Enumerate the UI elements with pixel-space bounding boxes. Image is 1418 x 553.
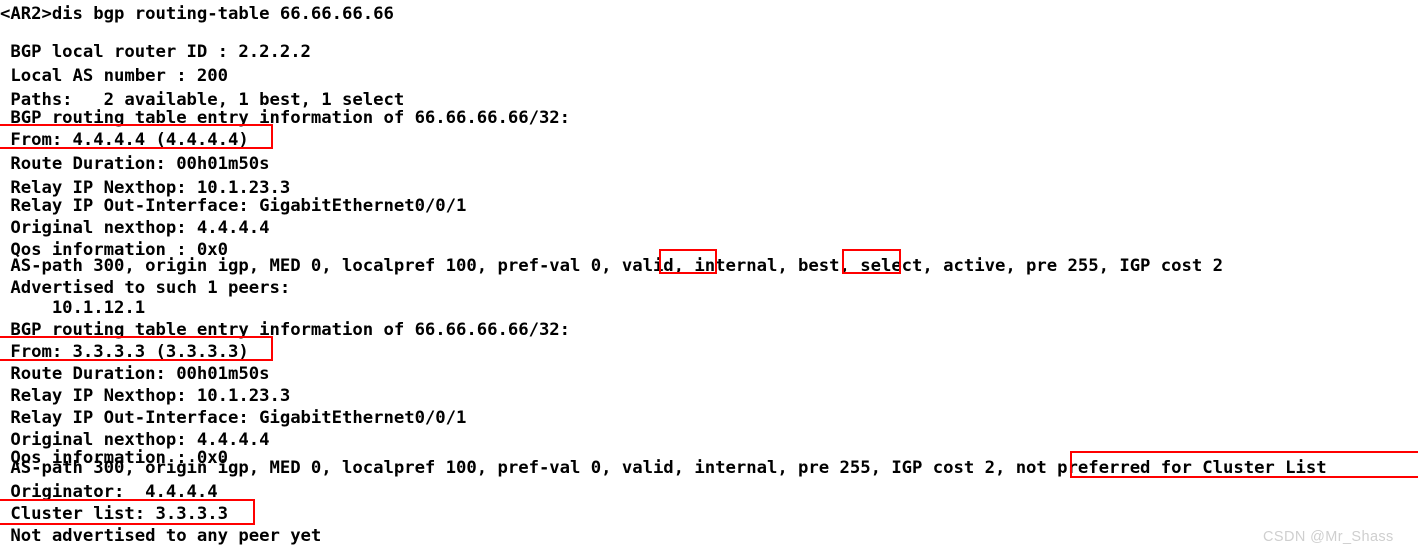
terminal-line: Route Duration: 00h01m50s: [0, 154, 270, 174]
csdn-watermark: CSDN @Mr_Shass: [1263, 529, 1394, 545]
terminal-line: Relay IP Nexthop: 10.1.23.3: [0, 386, 291, 406]
terminal-line: Relay IP Out-Interface: GigabitEthernet0…: [0, 196, 467, 216]
terminal-line: BGP local router ID : 2.2.2.2: [0, 42, 311, 62]
terminal-line: BGP routing table entry information of 6…: [0, 320, 571, 340]
terminal-line: From: 3.3.3.3 (3.3.3.3): [0, 342, 249, 362]
terminal-line: BGP routing table entry information of 6…: [0, 108, 571, 128]
terminal-line: Not advertised to any peer yet: [0, 526, 322, 546]
terminal-line: From: 4.4.4.4 (4.4.4.4): [0, 130, 249, 150]
terminal-line: Original nexthop: 4.4.4.4: [0, 218, 270, 238]
terminal-line: <AR2>dis bgp routing-table 66.66.66.66: [0, 4, 394, 24]
terminal-line: 10.1.12.1: [0, 298, 146, 318]
terminal-line: AS-path 300, origin igp, MED 0, localpre…: [0, 458, 1327, 478]
terminal-line: Cluster list: 3.3.3.3: [0, 504, 229, 524]
terminal-line: AS-path 300, origin igp, MED 0, localpre…: [0, 256, 1223, 276]
terminal-output-pane: <AR2>dis bgp routing-table 66.66.66.66 B…: [0, 0, 1418, 553]
terminal-line: Originator: 4.4.4.4: [0, 482, 218, 502]
terminal-line: Route Duration: 00h01m50s: [0, 364, 270, 384]
terminal-line: Relay IP Out-Interface: GigabitEthernet0…: [0, 408, 467, 428]
terminal-line: Local AS number : 200: [0, 66, 229, 86]
